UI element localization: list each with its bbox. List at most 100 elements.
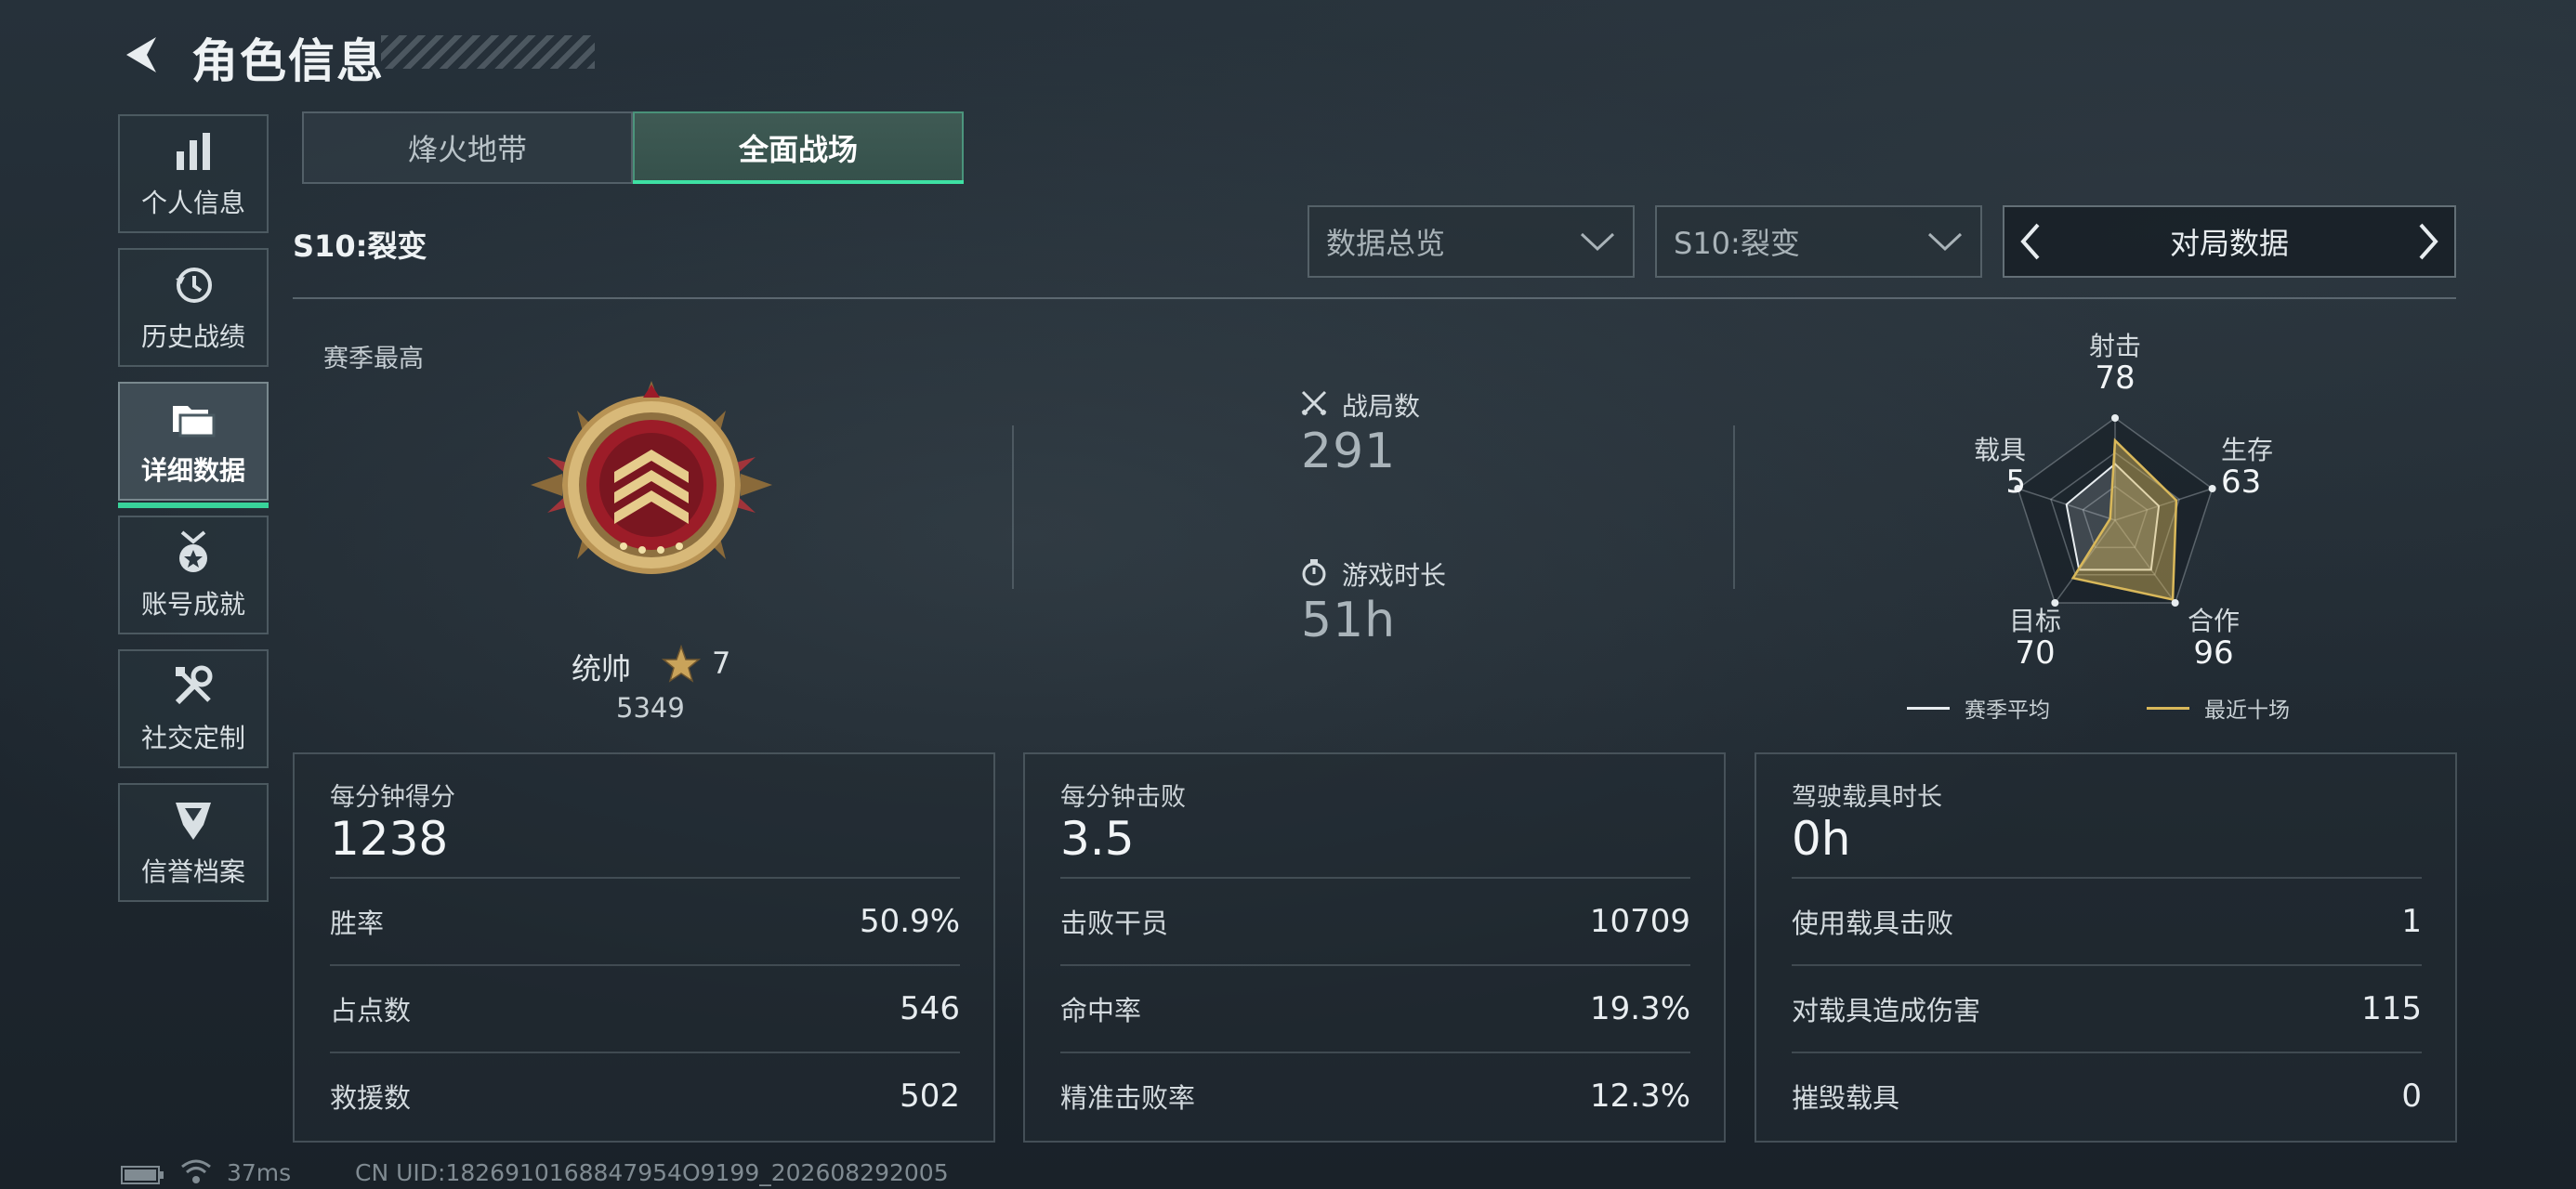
rank-medal-icon xyxy=(531,381,772,574)
season-dropdown-value: S10:裂变 xyxy=(1674,226,1800,261)
title-decoration xyxy=(381,35,595,69)
panel-value: 1238 xyxy=(330,812,449,866)
folder-icon xyxy=(171,395,216,443)
matches-label: 战局数 xyxy=(1342,391,1421,422)
history-icon xyxy=(172,261,215,309)
divider xyxy=(1733,425,1735,589)
stat-row: 胜率 50.9% xyxy=(330,877,960,964)
stat-row-value: 19.3% xyxy=(1589,990,1690,1027)
season-dropdown[interactable]: S10:裂变 xyxy=(1655,205,1982,278)
panel-title: 驾驶载具时长 xyxy=(1792,783,1942,812)
radar-axis-value: 70 xyxy=(2015,634,2055,672)
season-label: S10:裂变 xyxy=(293,229,427,264)
tab-hazard-zone[interactable]: 烽火地带 xyxy=(302,111,633,184)
sidebar-item-label: 历史战绩 xyxy=(140,321,245,352)
stat-row-label: 对载具造成伤害 xyxy=(1792,995,1981,1026)
category-value: 对局数据 xyxy=(2169,226,2289,261)
stat-panel-kills: 每分钟击败 3.5 击败干员 10709 命中率 19.3% 精准击败率 12.3% xyxy=(1023,752,1726,1143)
radar-axis-label: 载具 xyxy=(1974,435,2026,465)
stat-row-value: 0 xyxy=(2401,1078,2422,1115)
radar-axis-value: 96 xyxy=(2193,634,2233,672)
star-icon xyxy=(662,645,701,683)
radar-vertex-dot xyxy=(2208,485,2216,493)
legend-season-avg: 赛季平均 xyxy=(1907,692,2050,724)
chevron-down-icon xyxy=(1927,232,1963,252)
sidebar-item-achievements[interactable]: 账号成就 xyxy=(118,516,269,634)
stat-row-value: 50.9% xyxy=(859,903,960,940)
panel-value: 0h xyxy=(1792,812,1851,866)
legend-label: 赛季平均 xyxy=(1965,699,2050,723)
sidebar-item-credit[interactable]: 信誉档案 xyxy=(118,783,269,902)
rank-level: 7 xyxy=(712,646,731,681)
sidebar-item-label: 详细数据 xyxy=(140,455,245,486)
sidebar-item-history[interactable]: 历史战绩 xyxy=(118,248,269,367)
radar-axis-value: 5 xyxy=(2005,464,2026,501)
stat-row: 对载具造成伤害 115 xyxy=(1792,964,2422,1052)
sidebar-item-label: 个人信息 xyxy=(140,188,245,218)
panel-value: 3.5 xyxy=(1060,812,1135,866)
sidebar-item-profile[interactable]: 个人信息 xyxy=(118,114,269,233)
page-title: 角色信息 xyxy=(191,34,385,88)
stat-panel-score: 每分钟得分 1238 胜率 50.9% 占点数 546 救援数 502 xyxy=(293,752,995,1143)
medal-icon xyxy=(173,529,214,577)
sidebar-item-social[interactable]: 社交定制 xyxy=(118,649,269,768)
tab-full-battlefield[interactable]: 全面战场 xyxy=(633,111,964,184)
radar-axis-label: 射击 xyxy=(2089,331,2141,361)
stopwatch-icon xyxy=(1302,559,1326,586)
stat-row: 精准击败率 12.3% xyxy=(1060,1052,1690,1139)
credit-shield-icon xyxy=(174,796,213,844)
overview-dropdown-value: 数据总览 xyxy=(1326,226,1446,261)
sidebar-item-details[interactable]: 详细数据 xyxy=(118,382,269,508)
sidebar-item-label: 社交定制 xyxy=(140,723,245,753)
battery-icon xyxy=(121,1166,164,1184)
overview-dropdown[interactable]: 数据总览 xyxy=(1308,205,1635,278)
stat-row-label: 胜率 xyxy=(330,908,385,939)
legend-label: 最近十场 xyxy=(2204,699,2290,723)
stat-row-label: 命中率 xyxy=(1060,995,1142,1026)
category-pager: 对局数据 xyxy=(2003,205,2456,278)
ping-text: 37ms xyxy=(227,1159,292,1186)
stat-row: 使用载具击败 1 xyxy=(1792,877,2422,964)
stat-panel-vehicle: 驾驶载具时长 0h 使用载具击败 1 对载具造成伤害 115 摧毁载具 0 xyxy=(1755,752,2457,1143)
uid-text: CN UID:1826910168847954O9199_20260829200… xyxy=(355,1159,949,1186)
stat-row: 救援数 502 xyxy=(330,1052,960,1139)
crossed-swords-icon xyxy=(1301,390,1327,416)
panel-title: 每分钟得分 xyxy=(330,783,455,812)
stat-row-label: 击败干员 xyxy=(1060,908,1169,939)
playtime-value: 51h xyxy=(1301,593,1397,648)
radar-vertex-dot xyxy=(2111,414,2119,422)
stat-row-value: 10709 xyxy=(1589,903,1690,940)
radar-axis-label: 生存 xyxy=(2221,435,2273,465)
bar-chart-icon xyxy=(175,127,212,176)
stat-row-label: 使用载具击败 xyxy=(1792,908,1954,939)
stat-row: 摧毁载具 0 xyxy=(1792,1052,2422,1139)
stat-row-value: 12.3% xyxy=(1589,1078,1690,1115)
playtime-label: 游戏时长 xyxy=(1342,560,1447,591)
stat-row-value: 502 xyxy=(900,1078,960,1115)
stat-row: 击败干员 10709 xyxy=(1060,877,1690,964)
stat-row: 占点数 546 xyxy=(330,964,960,1052)
radar-axis-label: 合作 xyxy=(2188,606,2240,636)
legend-recent-ten: 最近十场 xyxy=(2147,692,2290,724)
divider xyxy=(293,297,2456,299)
radar-axis-label: 目标 xyxy=(2009,606,2061,636)
back-arrow-icon[interactable] xyxy=(119,32,165,78)
stat-row-label: 精准击败率 xyxy=(1060,1082,1196,1114)
panel-title: 每分钟击败 xyxy=(1060,783,1186,812)
wifi-icon xyxy=(181,1159,211,1183)
stat-row-value: 546 xyxy=(900,990,960,1027)
radar-axis-value: 63 xyxy=(2221,464,2261,501)
chevron-right-icon[interactable] xyxy=(2415,221,2441,262)
stat-row-label: 占点数 xyxy=(330,995,412,1026)
matches-value: 291 xyxy=(1301,424,1397,479)
legend-line-recent xyxy=(2147,706,2189,710)
divider xyxy=(1012,425,1014,589)
stat-row-label: 摧毁载具 xyxy=(1792,1082,1900,1114)
stat-row-value: 1 xyxy=(2401,903,2422,940)
rank-name: 统帅 xyxy=(572,651,632,686)
season-best-title: 赛季最高 xyxy=(323,345,424,373)
rank-score: 5349 xyxy=(616,692,685,724)
radar-chart: 射击78 生存63 合作96 目标70 载具5 xyxy=(1974,331,2273,672)
chevron-left-icon[interactable] xyxy=(2017,221,2044,262)
stat-row-value: 115 xyxy=(2361,990,2422,1027)
